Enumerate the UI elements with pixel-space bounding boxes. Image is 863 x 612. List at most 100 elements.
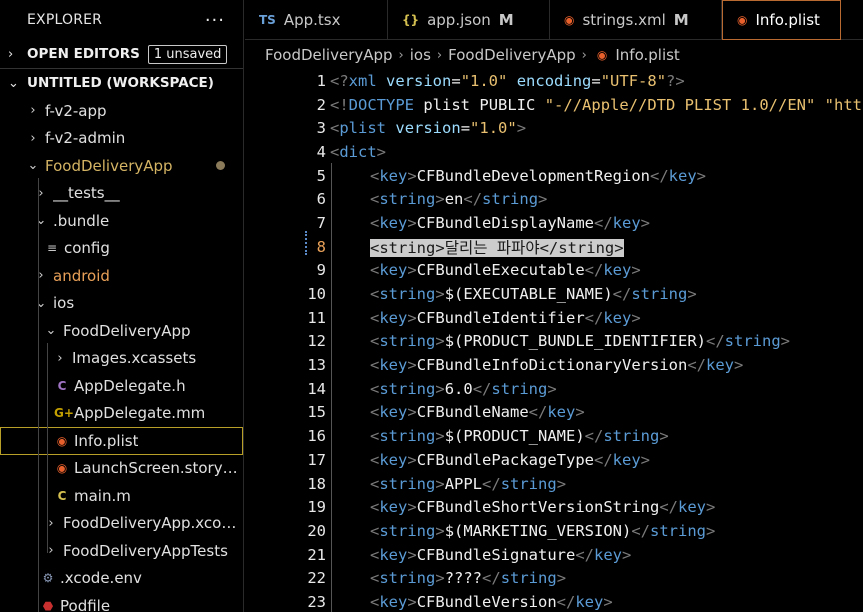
code-token: < <box>370 332 380 351</box>
code-token: key <box>379 356 408 375</box>
code-content: <string>en</string> <box>326 190 547 208</box>
code-content: <key>CFBundleSignature</key> <box>326 546 631 564</box>
cpp-file-icon: G+ <box>54 406 74 421</box>
line-number: 13 <box>307 356 326 375</box>
tree-item-android[interactable]: › android <box>0 262 243 290</box>
code-content: <!DOCTYPE plist PUBLIC "-//Apple//DTD PL… <box>326 96 863 114</box>
tree-item-config[interactable]: ≡ config <box>0 235 243 263</box>
chevron-down-icon: ⌄ <box>27 158 39 174</box>
line-number: 9 <box>316 261 326 280</box>
code-token: > <box>614 238 624 257</box>
code-token: key <box>379 545 408 564</box>
code-token: plist <box>339 119 387 138</box>
code-token: key <box>612 213 641 232</box>
tree-item-appdelegate-h[interactable]: C AppDelegate.h <box>0 372 243 400</box>
tab-app-json[interactable]: {} app.json M <box>388 0 550 40</box>
rss-file-icon: ◉ <box>56 461 68 476</box>
tree-item-label: android <box>53 266 110 285</box>
code-token: > <box>435 427 445 446</box>
code-token: string <box>500 569 557 588</box>
code-editor[interactable]: 1 <?xml version="1.0" encoding="UTF-8"?> 2… <box>245 69 863 612</box>
code-line: 5 <key>CFBundleDevelopmentRegion</key> <box>245 164 863 188</box>
tab-strings-xml[interactable]: ◉ strings.xml M <box>550 0 722 40</box>
code-token: > <box>435 474 445 493</box>
code-token: > <box>407 261 417 280</box>
code-line: 21 <key>CFBundleSignature</key> <box>245 543 863 567</box>
tree-item-fooddeliveryapp-root[interactable]: ⌄ FoodDeliveryApp <box>0 152 243 180</box>
code-token: > <box>407 308 417 327</box>
code-token: > <box>706 521 716 540</box>
tree-item-appdelegate-mm[interactable]: G+ AppDelegate.mm <box>0 400 243 428</box>
code-content: <key>CFBundleShortVersionString</key> <box>326 498 715 516</box>
code-token: > <box>631 308 641 327</box>
tree-item-label: __tests__ <box>53 184 120 203</box>
breadcrumb-item[interactable]: Info.plist <box>615 46 679 64</box>
code-token: > <box>556 474 567 493</box>
breadcrumb-item[interactable]: FoodDeliveryApp <box>265 46 393 64</box>
code-token: </ <box>539 238 559 257</box>
tree-item-xcode-env[interactable]: ⚙ .xcode.env <box>0 565 243 593</box>
code-token: < <box>370 545 380 564</box>
c-file-icon: C <box>57 378 67 393</box>
tab-label: App.tsx <box>283 11 341 29</box>
tree-item-fooddeliveryapp-ios[interactable]: ⌄ FoodDeliveryApp <box>0 317 243 345</box>
unsaved-badge: 1 unsaved <box>147 44 228 64</box>
tree-item-fooddeliveryapptests[interactable]: › FoodDeliveryAppTests <box>0 537 243 565</box>
tab-app-tsx[interactable]: TS App.tsx <box>245 0 388 40</box>
code-token: = <box>460 119 471 138</box>
tree-item-label: FoodDeliveryApp <box>45 156 173 175</box>
code-token: key <box>547 403 576 422</box>
chevron-right-icon: › <box>48 515 54 531</box>
tree-item-tests[interactable]: › __tests__ <box>0 180 243 208</box>
tree-item-info-plist[interactable]: ◉ Info.plist <box>0 427 243 455</box>
code-value: CFBundleIdentifier <box>416 308 585 327</box>
code-token: > <box>640 213 651 232</box>
tab-info-plist[interactable]: ◉ Info.plist <box>722 0 841 40</box>
code-line: 16 <string>$(PRODUCT_NAME)</string> <box>245 424 863 448</box>
tree-item-xcodeproj[interactable]: › FoodDeliveryApp.xcodeproj <box>0 510 243 538</box>
code-token: key <box>379 592 408 611</box>
editor-tab-bar: TS App.tsx {} app.json M ◉ strings.xml M… <box>245 0 863 40</box>
code-content: <string>APPL</string> <box>326 475 566 493</box>
rss-file-icon: ◉ <box>737 13 748 27</box>
code-token: xml <box>348 71 377 90</box>
code-token: > <box>407 356 417 375</box>
tree-item-main-m[interactable]: C main.m <box>0 482 243 510</box>
code-token: </ <box>687 356 706 375</box>
tree-item-launchscreen[interactable]: ◉ LaunchScreen.storyboard <box>0 455 243 483</box>
tree-item-images-xcassets[interactable]: › Images.xcassets <box>0 345 243 373</box>
tree-item-f-v2-admin[interactable]: › f-v2-admin <box>0 125 243 153</box>
breadcrumb-item[interactable]: FoodDeliveryApp <box>448 46 576 64</box>
tree-item-bundle[interactable]: ⌄ .bundle <box>0 207 243 235</box>
code-token: > <box>435 332 445 351</box>
tree-item-podfile[interactable]: ⬣ Podfile <box>0 592 243 612</box>
explorer-title: EXPLORER <box>27 12 103 28</box>
code-content: <dict> <box>326 143 386 161</box>
tree-item-ios[interactable]: ⌄ ios <box>0 290 243 318</box>
code-token: string <box>603 427 660 446</box>
code-value: ???? <box>444 569 483 588</box>
more-actions-icon[interactable]: ··· <box>205 10 225 31</box>
code-token: string <box>379 427 436 446</box>
code-token: > <box>407 498 417 517</box>
code-value: CFBundleInfoDictionaryVersion <box>416 356 688 375</box>
selected-text: <string>달리는 파파야</string> <box>370 238 624 257</box>
tree-item-f-v2-app[interactable]: › f-v2-app <box>0 97 243 125</box>
code-token: < <box>330 119 340 138</box>
line-number: 11 <box>307 308 326 327</box>
code-line: 15 <key>CFBundleName</key> <box>245 401 863 425</box>
code-content: <key>CFBundleExecutable</key> <box>326 261 641 279</box>
code-content: <string>$(MARKETING_VERSION)</string> <box>326 522 715 540</box>
code-line: 23 <key>CFBundleVersion</key> <box>245 590 863 612</box>
gear-icon: ⚙ <box>42 571 54 586</box>
open-editors-section[interactable]: › OPEN EDITORS 1 unsaved <box>0 40 243 68</box>
breadcrumb-item[interactable]: ios <box>410 46 431 64</box>
code-token: key <box>379 403 408 422</box>
workspace-section[interactable]: ⌄ UNTITLED (WORKSPACE) <box>0 69 243 97</box>
rss-file-icon: ◉ <box>564 13 575 27</box>
code-token: </ <box>472 379 492 398</box>
line-number: 12 <box>307 332 326 351</box>
tree-indent-guide <box>47 343 48 553</box>
tree-item-label: f-v2-app <box>45 101 107 120</box>
tab-label: app.json <box>427 11 491 29</box>
